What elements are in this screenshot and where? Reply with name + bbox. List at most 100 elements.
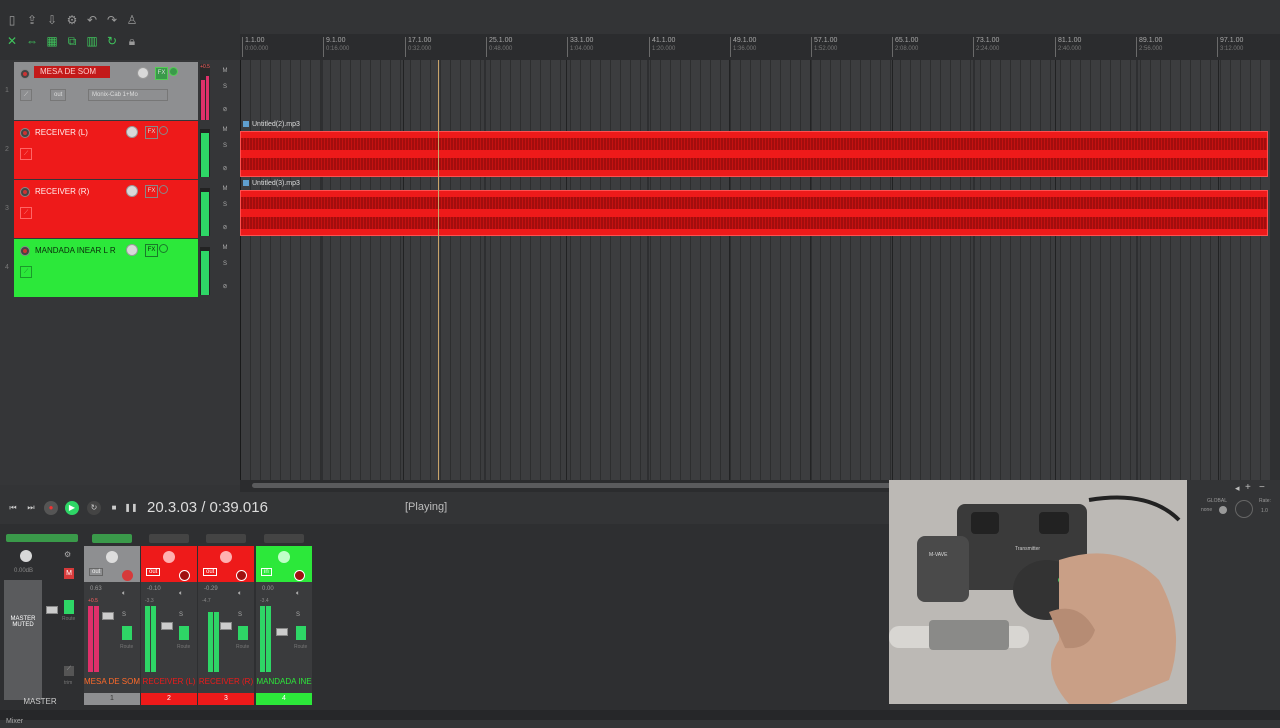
strip-width-icon[interactable] — [238, 626, 248, 640]
strip-record-arm-icon[interactable] — [236, 570, 247, 581]
solo-button[interactable]: S — [220, 143, 230, 149]
strip-record-arm-icon[interactable] — [294, 570, 305, 581]
strip-fx-bar[interactable] — [264, 534, 304, 543]
mixer-strip-3[interactable]: out -0.29 -4.7 🔈︎ S Route RECEIVER (R) 3 — [198, 534, 254, 705]
strip-volume-knob[interactable] — [220, 551, 232, 563]
track-name[interactable]: MANDADA INEAR L R — [35, 245, 116, 257]
strip-width-icon[interactable] — [296, 626, 306, 640]
master-volume-knob[interactable] — [20, 550, 32, 562]
volume-knob[interactable] — [137, 67, 149, 79]
track-header[interactable]: RECEIVER (R) FX ⟋ — [14, 180, 198, 238]
strip-fx-bar[interactable] — [206, 534, 246, 543]
master-fx-bar[interactable] — [6, 534, 78, 542]
fx-button[interactable]: FX — [145, 126, 158, 139]
fx-bypass-icon[interactable] — [159, 126, 168, 135]
master-strip[interactable]: ⚙ 0.00dB M MASTER MUTED Route ⟋ trim MAS… — [0, 534, 80, 706]
media-item[interactable]: Untitled(3).mp3 — [240, 180, 1268, 236]
strip-header[interactable]: out — [84, 546, 140, 582]
phase-icon[interactable]: ⊘ — [220, 106, 230, 113]
strip-header[interactable]: out — [198, 546, 254, 582]
timeline-ruler[interactable]: 1.1.00 0:00.000 9.1.00 0:16.000 17.1.00 0:3… — [240, 34, 1280, 61]
track-1[interactable]: 1 MESA DE SOM FX ⟋ out Monix-Cab 1+Mo +0… — [0, 62, 240, 120]
record-arm-icon[interactable] — [20, 187, 30, 197]
track-2[interactable]: 2 RECEIVER (L) FX ⟋ M S ⊘ — [0, 121, 240, 179]
zoom-in-icon[interactable]: + — [1245, 482, 1251, 493]
lock-icon[interactable]: 🔒︎ — [124, 33, 140, 49]
pause-icon[interactable]: ❚❚ — [124, 501, 138, 515]
metronome-icon[interactable]: ♙ — [124, 12, 140, 28]
redo-icon[interactable]: ↷ — [104, 12, 120, 28]
strip-solo-button[interactable]: S — [238, 612, 242, 618]
undo-icon[interactable]: ↶ — [84, 12, 100, 28]
strip-name[interactable]: MANDADA INE — [256, 677, 312, 686]
strip-volume-knob[interactable] — [106, 551, 118, 563]
strip-solo-button[interactable]: S — [179, 612, 183, 618]
loop-icon[interactable]: ↻ — [104, 33, 120, 49]
strip-solo-button[interactable]: S — [296, 612, 300, 618]
strip-record-arm-icon[interactable] — [179, 570, 190, 581]
strip-route-button[interactable]: in — [261, 568, 272, 576]
go-to-end-icon[interactable]: ⏭ — [24, 501, 38, 515]
mixer-strip-2[interactable]: out -0.10 -3.3 🔈︎ S Route RECEIVER (L) 2 — [141, 534, 197, 705]
rate-value[interactable]: 1.0 — [1261, 508, 1268, 514]
fx-bypass-icon[interactable] — [169, 67, 178, 76]
strip-route-button[interactable]: out — [146, 568, 161, 576]
project-settings-icon[interactable]: ⚙ — [64, 12, 80, 28]
strip-header[interactable]: out — [141, 546, 197, 582]
media-item[interactable]: Untitled(2).mp3 — [240, 121, 1268, 177]
volume-knob[interactable] — [126, 185, 138, 197]
time-display[interactable]: 20.3.03 / 0:39.016 — [147, 499, 268, 516]
save-project-icon[interactable]: ⇩ — [44, 12, 60, 28]
route-button[interactable]: out — [50, 89, 67, 101]
automation-mode-icon[interactable]: ⟋ — [20, 89, 33, 101]
zoom-out-icon[interactable]: − — [1259, 482, 1265, 493]
strip-speaker-icon[interactable]: 🔈︎ — [238, 590, 242, 598]
fx-button[interactable]: FX — [155, 67, 168, 80]
strip-solo-button[interactable]: S — [122, 612, 126, 618]
record-arm-icon[interactable] — [20, 69, 30, 79]
strip-name[interactable]: RECEIVER (R) — [198, 677, 254, 686]
mute-button[interactable]: M — [220, 186, 230, 192]
strip-header[interactable]: in — [256, 546, 312, 582]
auto-crossfade-icon[interactable]: ✕ — [4, 33, 20, 49]
strip-volume-knob[interactable] — [278, 551, 290, 563]
phase-icon[interactable]: ⊘ — [220, 224, 230, 231]
vertical-scrollbar[interactable] — [1270, 60, 1280, 480]
strip-name[interactable]: RECEIVER (L) — [141, 677, 197, 686]
strip-fader[interactable] — [102, 612, 114, 620]
mixer-strip-1[interactable]: out 0.63 +0.5 🔈︎ S Route MESA DE SOM 1 — [84, 534, 140, 705]
record-icon[interactable]: ● — [44, 501, 58, 515]
open-project-icon[interactable]: ⇪ — [24, 12, 40, 28]
strip-fader[interactable] — [220, 622, 232, 630]
new-project-icon[interactable]: ▯ — [4, 12, 20, 28]
global-knob[interactable] — [1219, 506, 1227, 514]
strip-route-button[interactable]: out — [89, 568, 104, 576]
fx-bypass-icon[interactable] — [159, 244, 168, 253]
track-header[interactable]: MESA DE SOM FX ⟋ out Monix-Cab 1+Mo — [14, 62, 198, 120]
automation-mode-icon[interactable]: ⟋ — [20, 266, 33, 278]
ripple-edit-icon[interactable]: ⇔ — [24, 33, 40, 49]
solo-button[interactable]: S — [220, 202, 230, 208]
mixer-strip-4[interactable]: in 0.00 -3.4 🔈︎ S Route MANDADA INE 4 — [256, 534, 312, 705]
track-name[interactable]: MESA DE SOM — [34, 66, 111, 78]
snap-icon[interactable]: ⧉ — [64, 33, 80, 49]
repeat-icon[interactable]: ↻ — [87, 501, 101, 515]
master-env-icon[interactable]: ⟋ — [64, 666, 74, 676]
video-window[interactable]: Transmitter M-VAVE — [889, 480, 1187, 704]
none-label[interactable]: none — [1201, 507, 1212, 513]
strip-fx-bar[interactable] — [149, 534, 189, 543]
play-cursor[interactable] — [438, 60, 439, 480]
fx-bypass-icon[interactable] — [159, 185, 168, 194]
strip-fader[interactable] — [276, 628, 288, 636]
master-mute-button[interactable]: M — [64, 568, 74, 579]
go-to-start-icon[interactable]: ⏮ — [6, 501, 20, 515]
strip-record-arm-icon[interactable] — [122, 570, 133, 581]
track-3[interactable]: 3 RECEIVER (R) FX ⟋ M S ⊘ — [0, 180, 240, 238]
automation-mode-icon[interactable]: ⟋ — [20, 148, 33, 160]
track-header[interactable]: RECEIVER (L) FX ⟋ — [14, 121, 198, 179]
record-arm-icon[interactable] — [20, 128, 30, 138]
fx-button[interactable]: FX — [145, 244, 158, 257]
send-button[interactable]: Monix-Cab 1+Mo — [88, 89, 168, 101]
track-header[interactable]: MANDADA INEAR L R FX ⟋ — [14, 239, 198, 297]
track-name[interactable]: RECEIVER (R) — [35, 186, 89, 198]
